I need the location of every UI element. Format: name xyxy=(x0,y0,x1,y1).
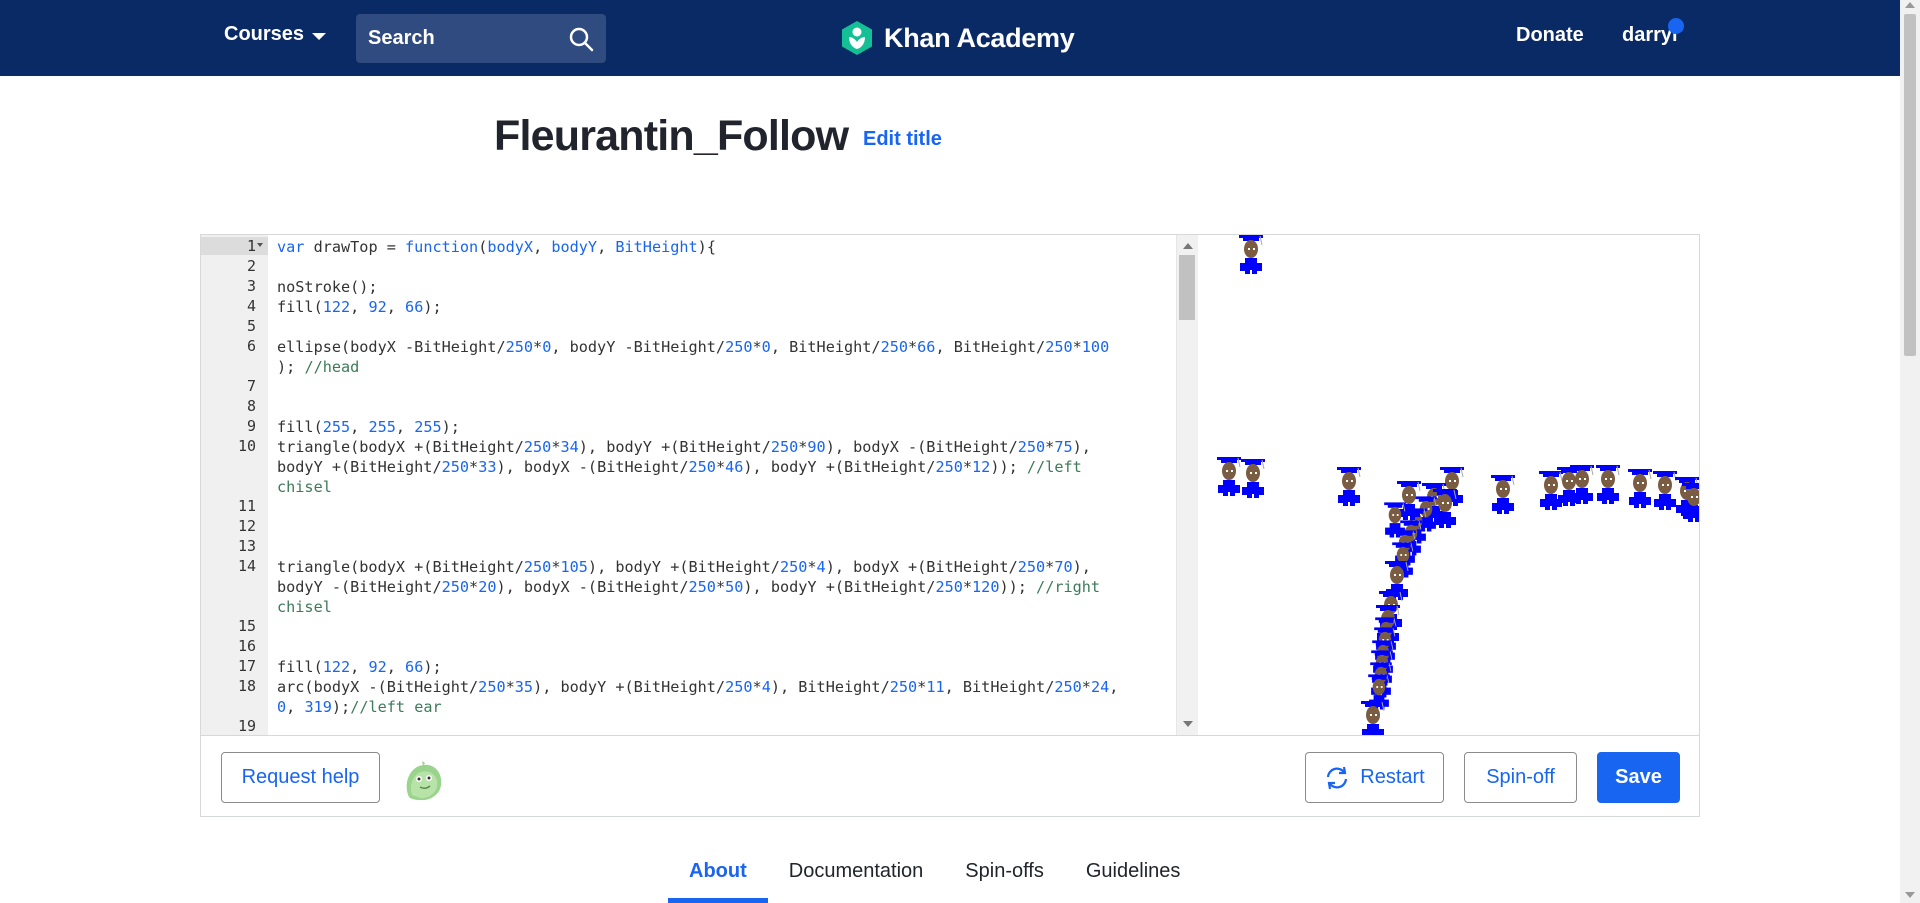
graduate-figure xyxy=(1491,475,1515,514)
scroll-up-arrow-icon[interactable] xyxy=(1905,2,1915,8)
line-number: 16 xyxy=(237,637,256,655)
line-number: 3 xyxy=(246,277,256,295)
request-help-button[interactable]: Request help xyxy=(221,752,380,803)
line-number: 8 xyxy=(246,397,256,415)
graduate-figure xyxy=(1653,471,1677,510)
line-number: 15 xyxy=(237,617,256,635)
code-line[interactable]: var drawTop = function(bodyX, bodyY, Bit… xyxy=(277,237,716,257)
notification-dot xyxy=(1668,18,1684,34)
line-number: 14 xyxy=(237,557,256,575)
code-line[interactable]: arc(bodyX -(BitHeight/250*35), bodyY +(B… xyxy=(277,677,1118,717)
program-output-canvas[interactable] xyxy=(1199,235,1699,735)
tab-spin-offs[interactable]: Spin-offs xyxy=(944,860,1065,903)
line-number-gutter: 1 2 3 4 5 6 7 8 9 10 11 12 13 14 15 16 17 18 19 xyxy=(201,235,268,735)
logo-text: Khan Academy xyxy=(884,22,1075,53)
line-number: 11 xyxy=(237,497,256,515)
code-line[interactable]: fill(122, 92, 66); xyxy=(277,657,442,677)
code-line[interactable]: fill(255, 255, 255); xyxy=(277,417,460,437)
editor-divider xyxy=(201,735,1699,736)
graduate-figure xyxy=(1239,235,1263,274)
program-editor: 1 2 3 4 5 6 7 8 9 10 11 12 13 14 15 16 17 18 19 var drawTo… xyxy=(200,234,1700,817)
graduate-figure xyxy=(1241,459,1265,498)
line-number: 6 xyxy=(246,337,256,355)
line-number: 5 xyxy=(246,317,256,335)
line-number: 10 xyxy=(237,437,256,455)
courses-label: Courses xyxy=(224,23,305,45)
restart-label: Restart xyxy=(1360,766,1425,788)
code-line[interactable]: fill(122, 92, 66); xyxy=(277,297,442,317)
request-help-label: Request help xyxy=(241,766,360,788)
chevron-down-icon xyxy=(312,33,327,40)
restart-icon xyxy=(1327,766,1348,789)
graduate-figure xyxy=(1384,502,1406,538)
program-info-tabs: About Documentation Spin-offs Guidelines xyxy=(668,860,1201,903)
spin-off-button[interactable]: Spin-off xyxy=(1464,752,1577,803)
restart-button[interactable]: Restart xyxy=(1305,752,1444,803)
search-icon[interactable] xyxy=(568,26,594,52)
top-navigation-bar: Courses Khan Academy Donate darryl xyxy=(0,0,1900,76)
editor-scrollbar-thumb[interactable] xyxy=(1179,255,1195,320)
line-number: 9 xyxy=(246,417,256,435)
line-number: 18 xyxy=(237,677,256,695)
line-number: 19 xyxy=(237,717,256,735)
fold-arrow-icon[interactable] xyxy=(257,243,263,247)
line-number: 1 xyxy=(246,237,256,255)
line-number: 12 xyxy=(237,517,256,535)
edit-title-link[interactable]: Edit title xyxy=(863,128,942,151)
tab-guidelines[interactable]: Guidelines xyxy=(1065,860,1202,903)
search-input[interactable] xyxy=(368,27,548,50)
graduate-figure xyxy=(1596,465,1620,504)
save-label: Save xyxy=(1615,766,1662,788)
code-line[interactable]: ellipse(bodyX -BitHeight/250*0, bodyY -B… xyxy=(277,337,1109,377)
code-line[interactable]: noStroke(); xyxy=(277,277,378,297)
tab-documentation[interactable]: Documentation xyxy=(768,860,945,903)
editor-scroll-up-icon[interactable] xyxy=(1183,243,1193,249)
code-line[interactable]: triangle(bodyX +(BitHeight/250*105), bod… xyxy=(277,557,1100,617)
graduate-figure xyxy=(1217,457,1241,496)
page-title: Fleurantin_Follow xyxy=(494,112,849,160)
courses-menu-button[interactable]: Courses xyxy=(224,23,327,46)
graduate-figure xyxy=(1337,467,1361,506)
save-button[interactable]: Save xyxy=(1597,752,1680,803)
khan-academy-leaf-icon xyxy=(842,21,872,55)
code-editor[interactable]: var drawTop = function(bodyX, bodyY, Bit… xyxy=(277,235,1167,735)
line-number: 4 xyxy=(246,297,256,315)
search-box[interactable] xyxy=(356,14,606,63)
avatar xyxy=(406,761,442,801)
line-number: 7 xyxy=(246,377,256,395)
page-scrollbar-thumb[interactable] xyxy=(1904,14,1916,356)
line-number: 17 xyxy=(237,657,256,675)
editor-scroll-down-icon[interactable] xyxy=(1183,721,1193,727)
graduate-figure xyxy=(1539,471,1563,510)
tab-about[interactable]: About xyxy=(668,860,768,903)
graduate-figure xyxy=(1628,469,1652,508)
donate-link[interactable]: Donate xyxy=(1516,24,1584,47)
code-line[interactable]: triangle(bodyX +(BitHeight/250*34), body… xyxy=(277,437,1091,497)
spin-off-label: Spin-off xyxy=(1486,766,1555,788)
output-drawing xyxy=(1217,235,1699,735)
scroll-down-arrow-icon[interactable] xyxy=(1905,892,1915,898)
khan-academy-logo[interactable]: Khan Academy xyxy=(840,20,1075,56)
line-number: 13 xyxy=(237,537,256,555)
line-number: 2 xyxy=(246,257,256,275)
